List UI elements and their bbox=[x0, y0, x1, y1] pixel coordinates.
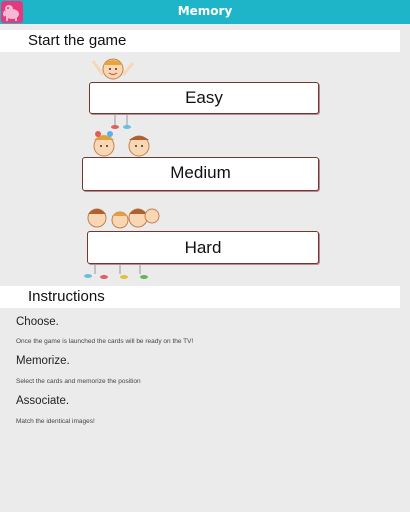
start-game-heading: Start the game bbox=[28, 32, 127, 49]
top-app-bar: Memory bbox=[0, 0, 410, 24]
two-kids-illustration bbox=[93, 131, 150, 157]
step-associate-description: Match the identical images! bbox=[16, 418, 95, 425]
medium-button[interactable]: Medium bbox=[82, 157, 319, 191]
step-choose-title: Choose. bbox=[16, 316, 59, 328]
step-memorize-description: Select the cards and memorize the positi… bbox=[16, 378, 141, 385]
easy-button[interactable]: Easy bbox=[89, 82, 319, 114]
instructions-header: Instructions bbox=[0, 286, 400, 308]
start-game-header: Start the game bbox=[0, 30, 400, 52]
step-associate-title: Associate. bbox=[16, 395, 70, 407]
step-choose-description: Once the game is launched the cards will… bbox=[16, 338, 194, 345]
step-memorize-title: Memorize. bbox=[16, 355, 70, 367]
instructions-heading: Instructions bbox=[28, 288, 105, 305]
app-title: Memory bbox=[177, 4, 233, 18]
hard-button[interactable]: Hard bbox=[87, 231, 319, 264]
